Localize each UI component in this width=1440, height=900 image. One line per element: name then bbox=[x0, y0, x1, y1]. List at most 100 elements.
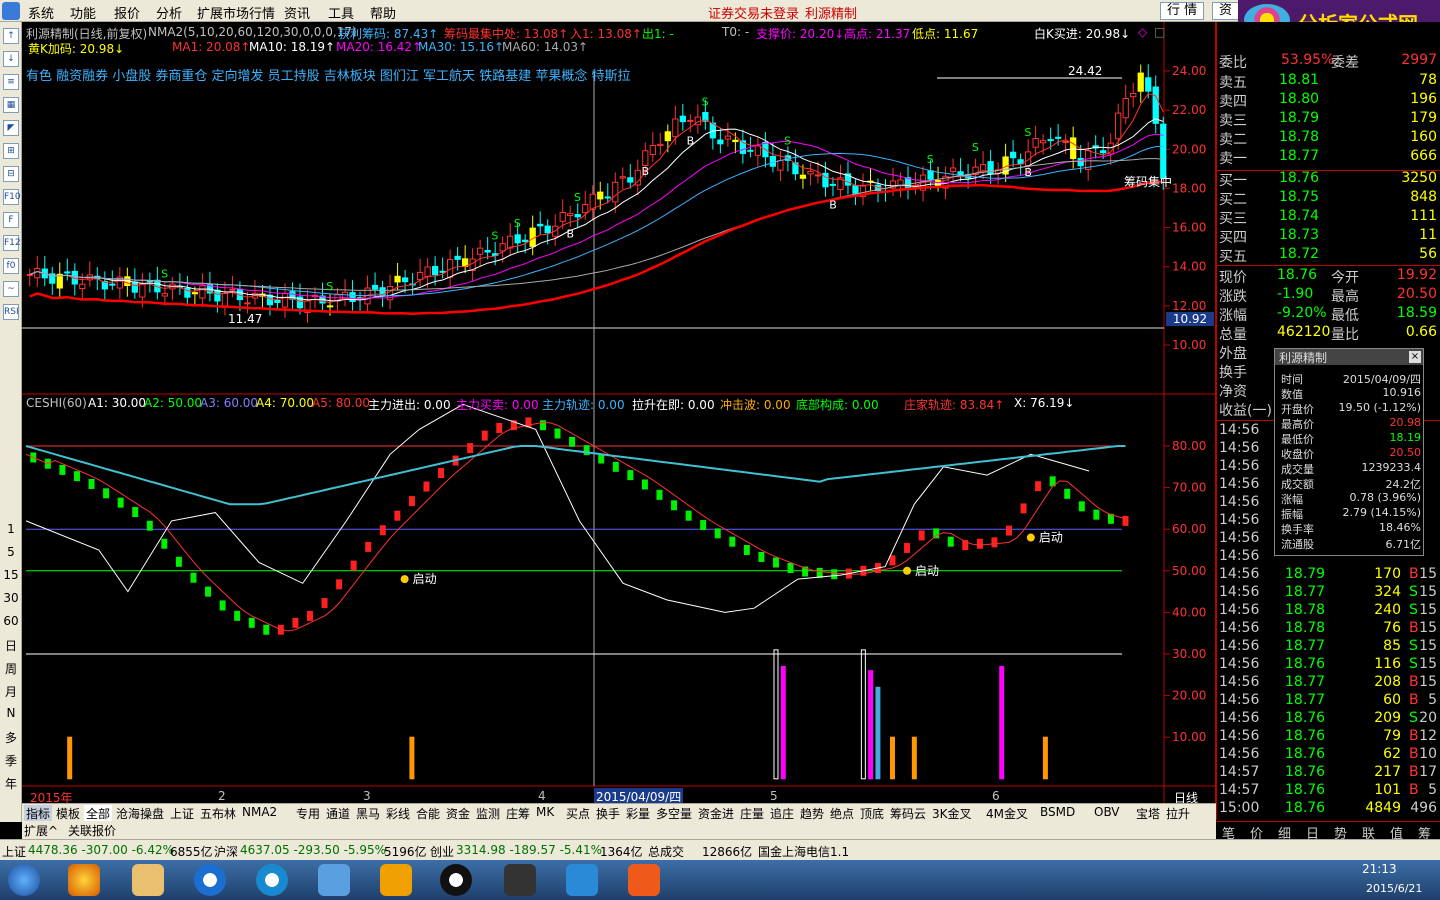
period-9[interactable]: 多 bbox=[0, 729, 22, 746]
app-active-icon[interactable] bbox=[318, 864, 350, 896]
toolbar-icon-1[interactable]: ↓ bbox=[3, 51, 19, 67]
candle-body bbox=[687, 119, 694, 122]
app-k-icon[interactable] bbox=[194, 864, 226, 896]
stat-row-0: 现价 18.76 今开 19.92 bbox=[1217, 267, 1440, 286]
expand-tab[interactable]: 扩展^ bbox=[24, 822, 58, 839]
toolbar-icon-5[interactable]: ⊞ bbox=[3, 143, 19, 159]
period-5[interactable]: 日 bbox=[0, 637, 22, 654]
related-quote-tab[interactable]: 关联报价 bbox=[68, 822, 116, 839]
concept-tags[interactable]: 有色 融资融券 小盘股 券商重仓 定向增发 员工持股 吉林板块 图们江 军工航天… bbox=[26, 65, 630, 84]
indicator-tab-2[interactable]: 全部 bbox=[84, 805, 113, 822]
indicator-tab-25[interactable]: 顶底 bbox=[858, 805, 886, 822]
period-11[interactable]: 年 bbox=[0, 775, 22, 792]
indicator-tab-28[interactable]: 4M金叉 bbox=[984, 805, 1030, 822]
indicator-tab-1[interactable]: 模板 bbox=[54, 805, 82, 822]
menu-function[interactable]: 功能 bbox=[70, 3, 96, 22]
app-s-icon[interactable] bbox=[256, 864, 288, 896]
candle-body bbox=[597, 191, 604, 200]
menu-system[interactable]: 系统 bbox=[28, 3, 54, 22]
tab-quote[interactable]: 行 情 bbox=[1160, 2, 1205, 20]
toolbar-icon-7[interactable]: F10 bbox=[3, 189, 21, 205]
menu-tools[interactable]: 工具 bbox=[328, 3, 354, 22]
period-10[interactable]: 季 bbox=[0, 752, 22, 769]
indicator-tab-32[interactable]: 拉升 bbox=[1164, 805, 1192, 822]
close-icon[interactable]: × bbox=[1409, 351, 1421, 363]
window-box-icon[interactable]: □ bbox=[1154, 25, 1165, 39]
indicator-tab-16[interactable]: 买点 bbox=[564, 805, 592, 822]
tick-row-14-cell: 15 bbox=[1419, 674, 1437, 690]
toolbar-icon-9[interactable]: F12 bbox=[3, 235, 21, 251]
period-8[interactable]: N bbox=[0, 706, 22, 720]
app-sf-icon[interactable] bbox=[504, 864, 536, 896]
indicator-tab-24[interactable]: 绝点 bbox=[828, 805, 856, 822]
tick-row-7-cell: 14:56 bbox=[1219, 548, 1260, 564]
indicator-tab-9[interactable]: 黑马 bbox=[354, 805, 382, 822]
toolbar-icon-8[interactable]: F bbox=[3, 212, 19, 228]
tick-row-8-cell: 14:56 bbox=[1219, 566, 1260, 582]
start-icon[interactable] bbox=[8, 864, 40, 896]
indicator-tab-0[interactable]: 指标 bbox=[24, 805, 53, 822]
period-2[interactable]: 15 bbox=[0, 568, 22, 582]
qq-icon[interactable] bbox=[440, 864, 472, 896]
folder-icon[interactable] bbox=[132, 864, 164, 896]
toolbar-icon-11[interactable]: ~ bbox=[3, 281, 19, 297]
toolbar-icon-10[interactable]: f0 bbox=[3, 258, 19, 274]
period-7[interactable]: 月 bbox=[0, 683, 22, 700]
menu-info[interactable]: 资讯 bbox=[284, 3, 310, 22]
toolbar-icon-2[interactable]: ≡ bbox=[3, 74, 19, 90]
candle-body bbox=[1047, 139, 1054, 142]
info-popup[interactable]: 利源精制 × 时间 2015/04/09/四 数值 10.916 开盘价 19.50 (-… bbox=[1274, 348, 1424, 556]
toolbar-icon-3[interactable]: ▦ bbox=[3, 97, 19, 113]
indicator-tab-6[interactable]: NMA2 bbox=[240, 805, 279, 819]
app-box-icon[interactable] bbox=[566, 864, 598, 896]
tab-trade[interactable]: 资 bbox=[1212, 2, 1240, 20]
indicator-tab-8[interactable]: 通道 bbox=[324, 805, 352, 822]
period-4[interactable]: 60 bbox=[0, 614, 22, 628]
toolbar-icon-6[interactable]: ⊟ bbox=[3, 166, 19, 182]
indicator-tab-19[interactable]: 多空量 bbox=[654, 805, 694, 822]
ask-row-0-cell: 18.81 bbox=[1279, 72, 1320, 88]
menu-analysis[interactable]: 分析 bbox=[156, 3, 182, 22]
toolbar-icon-12[interactable]: RSI bbox=[3, 304, 19, 320]
app1-icon[interactable] bbox=[68, 864, 100, 896]
indicator-tab-20[interactable]: 资金进 bbox=[696, 805, 736, 822]
app-cartoon-icon[interactable] bbox=[380, 864, 412, 896]
indicator-tab-18[interactable]: 彩量 bbox=[624, 805, 652, 822]
indicator-tab-26[interactable]: 筹码云 bbox=[888, 805, 928, 822]
indicator-tab-13[interactable]: 监测 bbox=[474, 805, 502, 822]
app-orange-icon[interactable] bbox=[628, 864, 660, 896]
indicator-tab-7[interactable]: 专用 bbox=[294, 805, 322, 822]
indicator-tab-3[interactable]: 沧海操盘 bbox=[114, 805, 166, 822]
period-3[interactable]: 30 bbox=[0, 591, 22, 605]
period-6[interactable]: 周 bbox=[0, 660, 22, 677]
indicator-tab-11[interactable]: 合能 bbox=[414, 805, 442, 822]
indicator-tab-22[interactable]: 追庄 bbox=[768, 805, 796, 822]
chart-area[interactable]: 24.00 22.00 20.00 18.00 16.00 14.00 12.00 10.00… bbox=[22, 22, 1216, 805]
period-1[interactable]: 5 bbox=[0, 545, 22, 559]
period-0[interactable]: 1 bbox=[0, 522, 22, 536]
indicator-tab-23[interactable]: 趋势 bbox=[798, 805, 826, 822]
indicator-tab-5[interactable]: 五布林 bbox=[198, 805, 238, 822]
toolbar-icon-4[interactable]: ◤ bbox=[3, 120, 19, 136]
popup-title[interactable]: 利源精制 bbox=[1275, 349, 1423, 365]
indicator-tab-29[interactable]: BSMD bbox=[1038, 805, 1077, 819]
menu-ext-market[interactable]: 扩展市场行情 bbox=[197, 3, 275, 22]
indicator-tab-31[interactable]: 宝塔 bbox=[1134, 805, 1162, 822]
toolbar-icon-0[interactable]: ↑ bbox=[3, 28, 19, 44]
indicator-tab-4[interactable]: 上证 bbox=[168, 805, 196, 822]
ask-row-2-cell: 卖三 bbox=[1219, 113, 1247, 129]
menu-quote[interactable]: 报价 bbox=[114, 3, 140, 22]
menu-help[interactable]: 帮助 bbox=[370, 3, 396, 22]
indicator-tab-10[interactable]: 彩线 bbox=[384, 805, 412, 822]
signal-bar bbox=[868, 670, 874, 780]
indicator-tab-27[interactable]: 3K金叉 bbox=[930, 805, 974, 822]
indicator-tab-17[interactable]: 换手 bbox=[594, 805, 622, 822]
indicator-tab-15[interactable]: MK bbox=[534, 805, 556, 819]
login-notice[interactable]: 证券交易未登录 bbox=[708, 3, 799, 22]
indicator-tab-14[interactable]: 庄筹 bbox=[504, 805, 532, 822]
indicator-tab-12[interactable]: 资金 bbox=[444, 805, 472, 822]
candle-body bbox=[1115, 112, 1122, 140]
chart-canvas[interactable]: 24.00 22.00 20.00 18.00 16.00 14.00 12.00 10.00… bbox=[22, 22, 1216, 804]
indicator-tab-30[interactable]: OBV bbox=[1092, 805, 1122, 819]
indicator-tab-21[interactable]: 庄量 bbox=[738, 805, 766, 822]
